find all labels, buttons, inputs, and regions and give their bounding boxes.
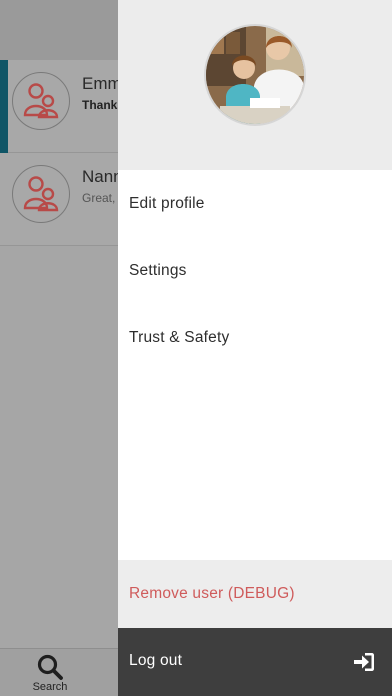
sign-in-icon bbox=[354, 653, 374, 671]
contact-name: Emm bbox=[82, 74, 122, 93]
group-avatar-icon bbox=[12, 165, 70, 223]
message-snippet: Great, bbox=[82, 191, 116, 205]
tab-search-label: Search bbox=[32, 681, 68, 693]
debug-section: Remove user (DEBUG) bbox=[118, 560, 392, 628]
menu-settings[interactable]: Settings bbox=[118, 247, 392, 295]
drawer-header bbox=[118, 0, 392, 170]
side-drawer: Edit profile Settings Trust & Safety Rem… bbox=[118, 0, 392, 696]
group-avatar-icon bbox=[12, 72, 70, 130]
logout-label: Log out bbox=[129, 652, 183, 669]
logout-button[interactable]: Log out bbox=[118, 628, 392, 696]
menu-edit-profile[interactable]: Edit profile bbox=[118, 180, 392, 228]
remove-user-debug-button[interactable]: Remove user (DEBUG) bbox=[118, 570, 392, 618]
tab-search[interactable]: Search bbox=[18, 653, 82, 696]
search-icon bbox=[37, 654, 63, 680]
menu-trust-safety[interactable]: Trust & Safety bbox=[118, 314, 392, 362]
unread-indicator bbox=[0, 60, 8, 153]
contact-name: Nann bbox=[82, 167, 123, 186]
profile-photo[interactable] bbox=[204, 24, 306, 126]
